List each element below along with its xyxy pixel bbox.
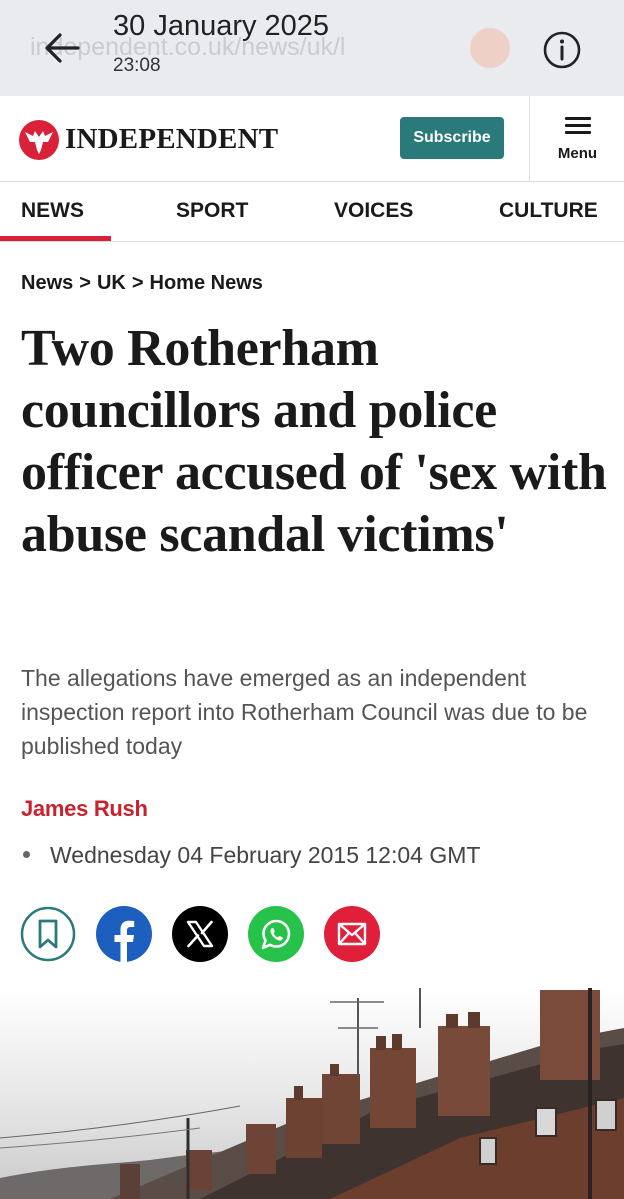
x-share-button[interactable] xyxy=(172,906,228,962)
tab-voices[interactable]: VOICES xyxy=(334,199,413,223)
bullet-dot xyxy=(23,851,30,859)
breadcrumb-separator: > xyxy=(79,272,91,294)
publish-date-text: Wednesday 04 February 2015 12:04 GMT xyxy=(50,842,481,868)
brand-wordmark[interactable]: INDEPENDENT xyxy=(65,123,278,156)
article-photo xyxy=(0,988,624,1199)
whatsapp-share-button[interactable] xyxy=(248,906,304,962)
ghost-browser-logo xyxy=(470,28,510,68)
breadcrumb-home-news[interactable]: Home News xyxy=(150,272,263,294)
breadcrumb-uk[interactable]: UK xyxy=(97,272,126,294)
arrow-left-icon xyxy=(45,33,80,63)
hamburger-icon xyxy=(565,117,591,135)
active-tab-indicator xyxy=(0,236,111,241)
section-nav: NEWS SPORT VOICES CULTURE xyxy=(0,182,624,242)
viewer-time: 23:08 xyxy=(113,55,161,76)
x-icon xyxy=(172,906,228,962)
author-link[interactable]: James Rush xyxy=(21,796,148,822)
eagle-logo-icon[interactable] xyxy=(19,120,59,160)
tab-culture[interactable]: CULTURE xyxy=(499,199,598,223)
email-share-button[interactable] xyxy=(324,906,380,962)
tab-sport[interactable]: SPORT xyxy=(176,199,248,223)
site-header: INDEPENDENT Subscribe Menu xyxy=(0,96,624,182)
email-icon xyxy=(324,906,380,962)
publish-date: Wednesday 04 February 2015 12:04 GMT xyxy=(21,842,480,869)
breadcrumb-news[interactable]: News xyxy=(21,272,73,294)
facebook-share-button[interactable] xyxy=(96,906,152,962)
bookmark-button[interactable] xyxy=(20,906,76,962)
menu-button[interactable]: Menu xyxy=(529,96,624,182)
info-icon xyxy=(543,31,581,69)
menu-label: Menu xyxy=(557,145,598,162)
breadcrumb: News > UK > Home News xyxy=(21,272,263,295)
subscribe-button[interactable]: Subscribe xyxy=(400,117,504,159)
article-headline: Two Rotherham councillors and police off… xyxy=(21,320,607,563)
terraced-houses-image xyxy=(0,988,624,1199)
bookmark-icon xyxy=(20,906,76,962)
breadcrumb-separator: > xyxy=(131,272,144,294)
back-button[interactable] xyxy=(38,24,86,72)
info-button[interactable] xyxy=(540,28,584,72)
facebook-icon xyxy=(96,906,152,962)
viewer-date: 30 January 2025 xyxy=(113,10,330,42)
article-standfirst: The allegations have emerged as an indep… xyxy=(21,665,588,759)
viewer-top-bar: independent.co.uk/news/uk/l 30 January 2… xyxy=(0,0,624,96)
whatsapp-icon xyxy=(248,906,304,962)
tab-news[interactable]: NEWS xyxy=(21,199,84,223)
